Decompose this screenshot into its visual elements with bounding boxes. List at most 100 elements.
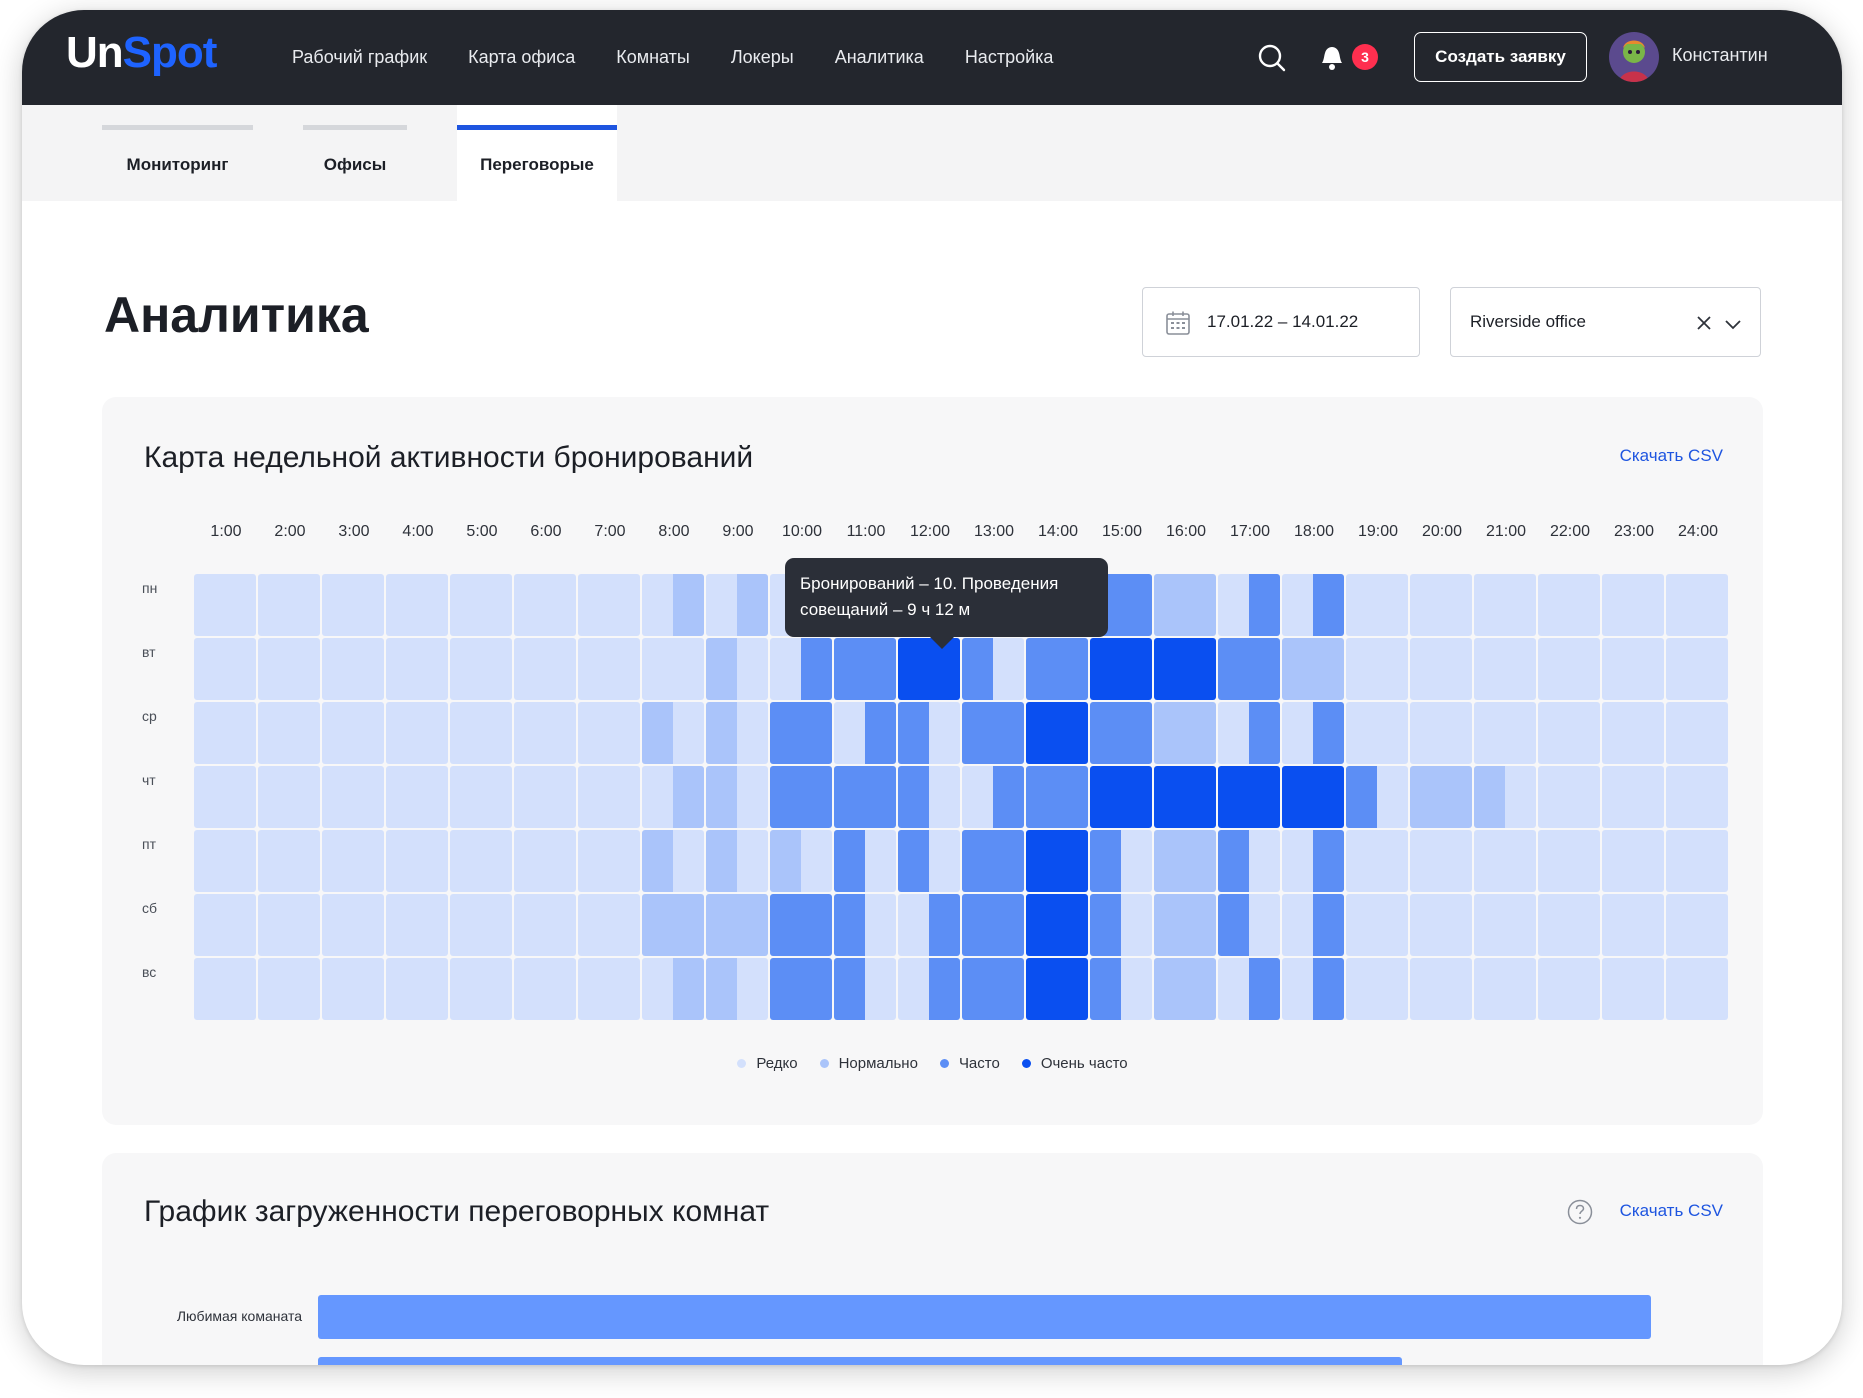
- heatmap-cell[interactable]: [770, 702, 832, 764]
- heatmap-cell[interactable]: [1218, 830, 1280, 892]
- heatmap-cell[interactable]: [1154, 702, 1216, 764]
- heatmap-cell[interactable]: [514, 958, 576, 1020]
- heatmap-cell[interactable]: [1602, 638, 1664, 700]
- room-occupancy-bar[interactable]: [318, 1357, 1402, 1365]
- create-request-button[interactable]: Создать заявку: [1414, 32, 1587, 82]
- download-csv-link[interactable]: Скачать CSV: [1620, 446, 1723, 466]
- heatmap-cell[interactable]: [1026, 702, 1088, 764]
- heatmap-cell[interactable]: [706, 894, 768, 956]
- heatmap-cell[interactable]: [770, 766, 832, 828]
- heatmap-cell[interactable]: [1474, 638, 1536, 700]
- heatmap-cell[interactable]: [898, 894, 960, 956]
- heatmap-cell[interactable]: [1346, 894, 1408, 956]
- date-range-picker[interactable]: 17.01.22 – 14.01.22: [1142, 287, 1420, 357]
- heatmap-cell[interactable]: [194, 702, 256, 764]
- heatmap-cell[interactable]: [322, 830, 384, 892]
- chevron-down-icon[interactable]: [1724, 315, 1742, 333]
- heatmap-cell[interactable]: [1282, 958, 1344, 1020]
- heatmap-cell[interactable]: [834, 638, 896, 700]
- nav-item-settings[interactable]: Настройка: [965, 47, 1054, 68]
- heatmap-cell[interactable]: [1090, 830, 1152, 892]
- heatmap-cell[interactable]: [834, 830, 896, 892]
- heatmap-cell[interactable]: [258, 830, 320, 892]
- heatmap-cell[interactable]: [1218, 894, 1280, 956]
- heatmap-cell[interactable]: [642, 766, 704, 828]
- heatmap-cell[interactable]: [1090, 702, 1152, 764]
- heatmap-cell[interactable]: [1154, 766, 1216, 828]
- heatmap-cell[interactable]: [706, 574, 768, 636]
- heatmap-cell[interactable]: [834, 894, 896, 956]
- heatmap-cell[interactable]: [322, 894, 384, 956]
- heatmap-cell[interactable]: [514, 574, 576, 636]
- heatmap-cell[interactable]: [898, 766, 960, 828]
- heatmap-cell[interactable]: [386, 894, 448, 956]
- heatmap-cell[interactable]: [642, 894, 704, 956]
- heatmap-cell[interactable]: [1538, 638, 1600, 700]
- heatmap-cell[interactable]: [1154, 894, 1216, 956]
- heatmap-cell[interactable]: [962, 894, 1024, 956]
- heatmap-cell[interactable]: [1410, 766, 1472, 828]
- heatmap-cell[interactable]: [706, 766, 768, 828]
- heatmap-cell[interactable]: [322, 958, 384, 1020]
- heatmap-cell[interactable]: [1602, 766, 1664, 828]
- heatmap-cell[interactable]: [770, 958, 832, 1020]
- heatmap-cell[interactable]: [450, 894, 512, 956]
- heatmap-cell[interactable]: [194, 894, 256, 956]
- heatmap-cell[interactable]: [1666, 702, 1728, 764]
- heatmap-cell[interactable]: [1026, 958, 1088, 1020]
- tab-meeting-rooms[interactable]: Переговорые: [457, 105, 617, 201]
- heatmap-cell[interactable]: [1026, 894, 1088, 956]
- heatmap-cell[interactable]: [578, 894, 640, 956]
- nav-item-rooms[interactable]: Комнаты: [616, 47, 690, 68]
- heatmap-cell[interactable]: [386, 574, 448, 636]
- nav-item-analytics[interactable]: Аналитика: [835, 47, 924, 68]
- heatmap-cell[interactable]: [898, 702, 960, 764]
- nav-item-office-map[interactable]: Карта офиса: [468, 47, 575, 68]
- heatmap-cell[interactable]: [258, 766, 320, 828]
- heatmap-cell[interactable]: [1666, 958, 1728, 1020]
- heatmap-cell[interactable]: [1282, 894, 1344, 956]
- heatmap-cell[interactable]: [642, 638, 704, 700]
- heatmap-cell[interactable]: [642, 702, 704, 764]
- heatmap-cell[interactable]: [1154, 638, 1216, 700]
- heatmap-cell[interactable]: [706, 830, 768, 892]
- heatmap-cell[interactable]: [386, 638, 448, 700]
- help-circle-icon[interactable]: [1567, 1199, 1593, 1225]
- heatmap-cell[interactable]: [1282, 574, 1344, 636]
- heatmap-cell[interactable]: [450, 958, 512, 1020]
- heatmap-cell[interactable]: [642, 830, 704, 892]
- heatmap-cell[interactable]: [1474, 894, 1536, 956]
- heatmap-cell[interactable]: [706, 702, 768, 764]
- heatmap-cell[interactable]: [1666, 766, 1728, 828]
- heatmap-cell[interactable]: [642, 574, 704, 636]
- heatmap-cell[interactable]: [962, 702, 1024, 764]
- heatmap-cell[interactable]: [1538, 574, 1600, 636]
- heatmap-cell[interactable]: [1346, 830, 1408, 892]
- heatmap-cell[interactable]: [1666, 638, 1728, 700]
- heatmap-cell[interactable]: [1346, 574, 1408, 636]
- heatmap-cell[interactable]: [258, 638, 320, 700]
- heatmap-cell[interactable]: [962, 958, 1024, 1020]
- heatmap-cell[interactable]: [450, 766, 512, 828]
- heatmap-cell[interactable]: [1602, 702, 1664, 764]
- heatmap-cell[interactable]: [514, 638, 576, 700]
- heatmap-cell[interactable]: [898, 830, 960, 892]
- heatmap-cell[interactable]: [1346, 958, 1408, 1020]
- heatmap-cell[interactable]: [386, 830, 448, 892]
- heatmap-cell[interactable]: [1154, 574, 1216, 636]
- heatmap-cell[interactable]: [322, 574, 384, 636]
- heatmap-cell[interactable]: [386, 702, 448, 764]
- heatmap-cell[interactable]: [1026, 638, 1088, 700]
- heatmap-cell[interactable]: [258, 574, 320, 636]
- heatmap-cell[interactable]: [834, 702, 896, 764]
- heatmap-cell[interactable]: [578, 702, 640, 764]
- heatmap-cell[interactable]: [1282, 766, 1344, 828]
- heatmap-cell[interactable]: [1218, 766, 1280, 828]
- heatmap-cell[interactable]: [258, 702, 320, 764]
- heatmap-cell[interactable]: [1474, 574, 1536, 636]
- heatmap-cell[interactable]: [1026, 830, 1088, 892]
- heatmap-cell[interactable]: [1474, 830, 1536, 892]
- unspot-logo[interactable]: UnSpot: [66, 28, 217, 78]
- heatmap-cell[interactable]: [322, 766, 384, 828]
- heatmap-cell[interactable]: [1282, 830, 1344, 892]
